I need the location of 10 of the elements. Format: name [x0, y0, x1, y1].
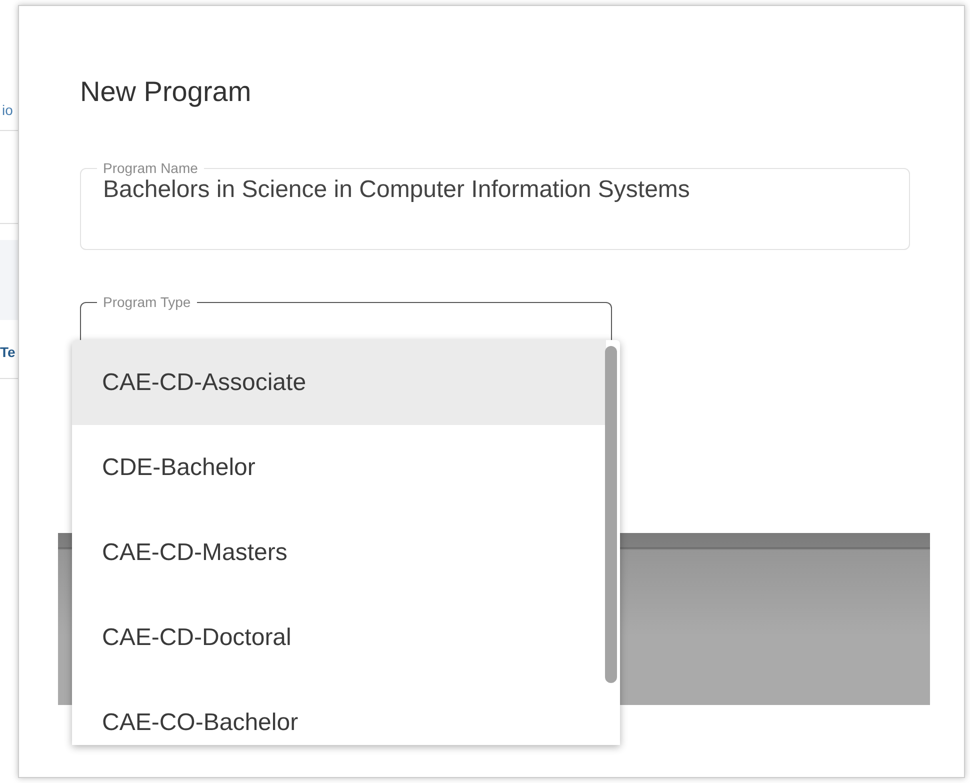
scrollbar-thumb[interactable] — [605, 346, 617, 683]
page-text: Te — [0, 344, 16, 360]
field-label: Program Name — [102, 160, 199, 176]
menu-option[interactable]: CAE-CD-Associate — [72, 340, 606, 425]
program-name-field[interactable]: Program Name Bachelors in Science in Computer Information Systems — [80, 160, 910, 250]
menu-option[interactable]: CAE-CO-Bachelor — [72, 680, 606, 745]
field-label: Program Type — [102, 294, 192, 310]
dialog-title: New Program — [80, 76, 252, 108]
field-value: Bachelors in Science in Computer Information Systems — [103, 176, 690, 204]
page-text: io — [2, 102, 14, 118]
